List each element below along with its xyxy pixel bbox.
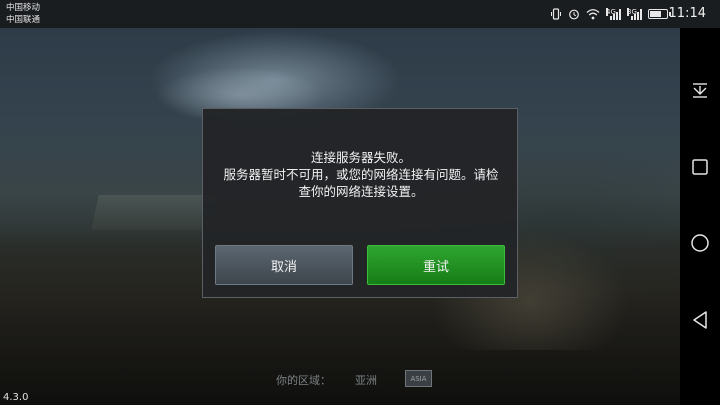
navigation-bar — [680, 28, 720, 405]
recent-apps-button[interactable] — [688, 155, 712, 179]
battery-level — [650, 11, 661, 17]
message-line-3: 查你的网络连接设置。 — [298, 184, 424, 199]
hide-bar-button[interactable] — [688, 78, 712, 102]
back-button[interactable] — [688, 308, 712, 332]
hide-bar-icon — [693, 83, 707, 98]
status-time: 11:14 — [668, 6, 706, 21]
message-line-1: 连接服务器失败。 — [310, 150, 411, 165]
retry-button[interactable]: 重试 — [367, 245, 505, 285]
signal-1-icon: 4G — [606, 8, 621, 20]
vibrate-icon — [551, 8, 561, 20]
status-icons: 4G 3G — [550, 5, 671, 23]
battery-icon — [648, 9, 671, 19]
region-badge[interactable]: ASIA — [405, 370, 432, 387]
region-info: 你的区域： 亚洲 — [276, 372, 377, 388]
carrier-2: 中国联通 — [6, 15, 41, 25]
dialog-message: 连接服务器失败。 服务器暂时不可用，或您的网络连接有问题。请检 查你的网络连接设… — [213, 149, 509, 200]
region-label: 你的区域： — [276, 374, 331, 387]
connection-error-dialog: 连接服务器失败。 服务器暂时不可用，或您的网络连接有问题。请检 查你的网络连接设… — [202, 108, 518, 298]
cancel-button[interactable]: 取消 — [215, 245, 353, 285]
signal-1-label: 4G — [606, 8, 616, 16]
home-icon — [691, 234, 709, 252]
recent-apps-icon — [692, 159, 708, 175]
version-label: 4.3.0 — [3, 392, 29, 403]
message-line-2: 服务器暂时不可用，或您的网络连接有问题。请检 — [223, 167, 499, 182]
home-button[interactable] — [688, 231, 712, 255]
alarm-icon — [569, 9, 579, 20]
status-bar: 中国移动 中国联通 4G 3G 11:14 — [0, 0, 720, 28]
carrier-labels: 中国移动 中国联通 — [6, 2, 40, 26]
signal-2-label: 3G — [627, 8, 637, 16]
wifi-icon — [586, 9, 600, 20]
signal-2-icon: 3G — [627, 8, 642, 20]
region-value[interactable]: 亚洲 — [355, 372, 377, 388]
back-icon — [693, 311, 707, 329]
carrier-1: 中国移动 — [6, 3, 41, 13]
